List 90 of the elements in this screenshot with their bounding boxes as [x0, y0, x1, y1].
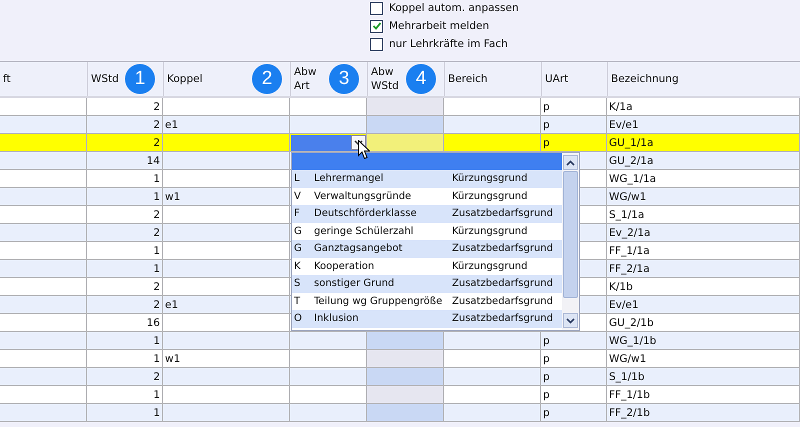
table-cell: Ev/e1 [609, 118, 639, 130]
table-cell: 1 [153, 244, 160, 256]
option-label: sonstiger Grund [314, 278, 396, 290]
table-cell: 16 [146, 316, 160, 328]
table-cell: 2 [153, 370, 160, 382]
table-cell: FF_2/1b [609, 406, 650, 418]
column-header: ft [3, 72, 11, 86]
number-badge: 2 [252, 64, 282, 94]
option-category: Zusatzbedarfsgrund [452, 208, 553, 220]
table-cell: p [543, 406, 550, 418]
option-label: Teilung wg Gruppengröße [314, 296, 444, 307]
option-category: Zusatzbedarfsgrund [452, 278, 553, 290]
option-code: T [293, 296, 302, 307]
option-code: V [293, 190, 302, 202]
table-cell: 2 [153, 118, 160, 130]
column-header: Bezeichnung [611, 72, 679, 86]
table-cell: WG/w1 [609, 190, 646, 202]
table-cell: p [543, 352, 550, 364]
checkbox-label: Koppel autom. anpassen [389, 2, 519, 14]
table-cell: 1 [153, 388, 160, 400]
table-cell: WG_1/1b [609, 334, 656, 346]
table-cell: S_1/1a [609, 208, 644, 220]
option-label: Kooperation [314, 260, 376, 272]
table-cell: p [543, 136, 550, 148]
option-code: S [293, 278, 302, 290]
option-label: Inklusion [314, 313, 360, 324]
option-code: G [293, 226, 303, 237]
option-category: Kürzungsgrund [452, 226, 528, 237]
table-cell: 1 [153, 190, 160, 202]
table-cell: 1 [153, 262, 160, 274]
option-category: Kürzungsgrund [452, 260, 528, 272]
table-cell: FF_1/1b [609, 388, 650, 400]
option-label: Deutschförderklasse [314, 208, 418, 220]
column-header: Abw WStd [371, 65, 399, 93]
column-header: Koppel [167, 72, 202, 86]
option-category: Zusatzbedarfsgrund [452, 313, 553, 324]
number-badge: 3 [329, 64, 359, 94]
option-category: Zusatzbedarfsgrund [452, 243, 553, 254]
table-cell: p [543, 370, 550, 382]
table-cell: GU_1/1a [609, 136, 654, 148]
table-cell: WG/w1 [609, 352, 646, 364]
table-cell: e1 [165, 118, 178, 130]
table-cell: 1 [153, 406, 160, 418]
option-category: Zusatzbedarfsgrund [452, 296, 553, 307]
table-cell: S_1/1b [609, 370, 644, 382]
option-label: Verwaltungsgründe [314, 190, 412, 202]
table-cell: 2 [153, 298, 160, 310]
column-header: WStd [91, 72, 119, 86]
column-header: Bereich [448, 72, 488, 86]
option-code: K [293, 260, 302, 272]
table-cell: p [543, 334, 550, 346]
option-code: L [293, 173, 301, 184]
table-cell: WG_1/1a [609, 172, 656, 184]
option-code: O [293, 313, 303, 324]
option-code: G [293, 243, 303, 254]
option-category: Kürzungsgrund [452, 173, 528, 184]
table-cell: 2 [153, 208, 160, 220]
table-cell: Ev_2/1a [609, 226, 650, 238]
table-cell: e1 [165, 298, 178, 310]
option-label: geringe Schülerzahl [314, 226, 414, 237]
table-cell: w1 [165, 190, 180, 202]
table-cell: K/1a [609, 100, 633, 112]
option-code: F [293, 208, 301, 220]
option-label: Ganztagsangebot [314, 243, 404, 254]
column-header: UArt [545, 72, 568, 86]
table-cell: p [543, 388, 550, 400]
table-cell: 1 [153, 334, 160, 346]
table-cell: FF_2/1a [609, 262, 650, 274]
table-cell: 1 [153, 352, 160, 364]
table-cell: 2 [153, 100, 160, 112]
table-cell: 14 [146, 154, 160, 166]
table-cell: 1 [153, 172, 160, 184]
checkbox-label: Mehrarbeit melden [389, 20, 490, 32]
column-header: Abw Art [294, 65, 316, 93]
table-cell: GU_2/1b [609, 316, 654, 328]
checkbox-label: nur Lehrkräfte im Fach [389, 38, 508, 50]
table-cell: Ev/e1 [609, 298, 639, 310]
table-cell: 2 [153, 280, 160, 292]
number-badge: 1 [125, 64, 155, 94]
table-cell: FF_1/1a [609, 244, 650, 256]
table-cell: w1 [165, 352, 180, 364]
table-cell: 2 [153, 226, 160, 238]
table-cell: p [543, 100, 550, 112]
number-badge: 4 [406, 64, 436, 94]
option-label: Lehrermangel [314, 173, 384, 184]
table-cell: p [543, 118, 550, 130]
option-category: Kürzungsgrund [452, 190, 528, 202]
table-cell: K/1b [609, 280, 633, 292]
table-cell: 2 [153, 136, 160, 148]
table-cell: GU_2/1a [609, 154, 654, 166]
